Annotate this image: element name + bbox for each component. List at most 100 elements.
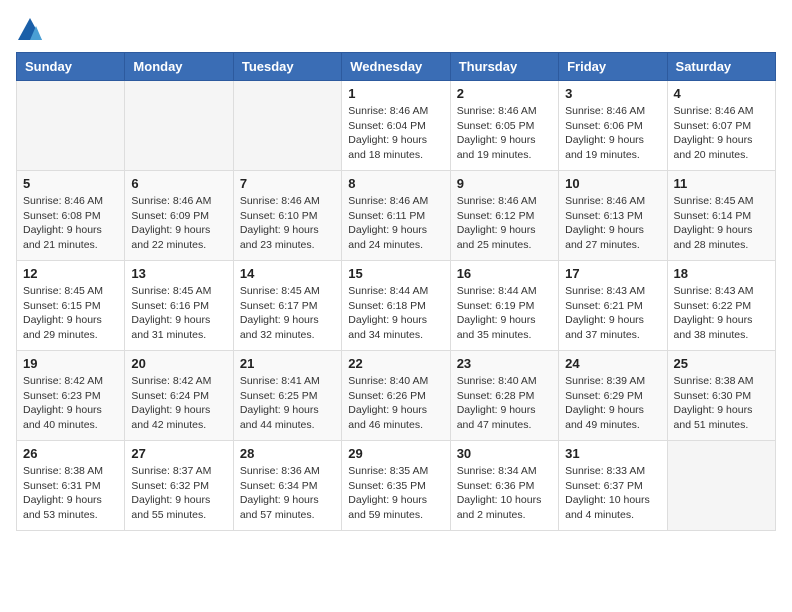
calendar-cell: 13 Sunrise: 8:45 AMSunset: 6:16 PMDayligh… [125, 261, 233, 351]
calendar-cell: 4 Sunrise: 8:46 AMSunset: 6:07 PMDaylight… [667, 81, 775, 171]
calendar-week-row: 26 Sunrise: 8:38 AMSunset: 6:31 PMDayligh… [17, 441, 776, 531]
day-info: Sunrise: 8:35 AMSunset: 6:35 PMDaylight:… [348, 464, 443, 523]
calendar-cell: 26 Sunrise: 8:38 AMSunset: 6:31 PMDayligh… [17, 441, 125, 531]
day-info: Sunrise: 8:38 AMSunset: 6:31 PMDaylight:… [23, 464, 118, 523]
weekday-header-monday: Monday [125, 53, 233, 81]
calendar-cell: 2 Sunrise: 8:46 AMSunset: 6:05 PMDaylight… [450, 81, 558, 171]
logo-icon [16, 16, 44, 44]
day-number: 24 [565, 356, 660, 371]
day-info: Sunrise: 8:39 AMSunset: 6:29 PMDaylight:… [565, 374, 660, 433]
calendar-cell: 14 Sunrise: 8:45 AMSunset: 6:17 PMDayligh… [233, 261, 341, 351]
day-info: Sunrise: 8:46 AMSunset: 6:10 PMDaylight:… [240, 194, 335, 253]
day-info: Sunrise: 8:37 AMSunset: 6:32 PMDaylight:… [131, 464, 226, 523]
calendar-cell [233, 81, 341, 171]
day-info: Sunrise: 8:46 AMSunset: 6:06 PMDaylight:… [565, 104, 660, 163]
calendar-table: SundayMondayTuesdayWednesdayThursdayFrid… [16, 52, 776, 531]
day-number: 31 [565, 446, 660, 461]
calendar-cell: 31 Sunrise: 8:33 AMSunset: 6:37 PMDayligh… [559, 441, 667, 531]
day-info: Sunrise: 8:42 AMSunset: 6:23 PMDaylight:… [23, 374, 118, 433]
day-info: Sunrise: 8:46 AMSunset: 6:07 PMDaylight:… [674, 104, 769, 163]
calendar-cell: 15Sunrise: 8:44 AMSunset: 6:18 PMDayligh… [342, 261, 450, 351]
calendar-cell: 10Sunrise: 8:46 AMSunset: 6:13 PMDayligh… [559, 171, 667, 261]
day-number: 14 [240, 266, 335, 281]
day-info: Sunrise: 8:36 AMSunset: 6:34 PMDaylight:… [240, 464, 335, 523]
calendar-week-row: 5 Sunrise: 8:46 AMSunset: 6:08 PMDaylight… [17, 171, 776, 261]
calendar-cell: 12 Sunrise: 8:45 AMSunset: 6:15 PMDayligh… [17, 261, 125, 351]
weekday-header-tuesday: Tuesday [233, 53, 341, 81]
calendar-cell: 25Sunrise: 8:38 AMSunset: 6:30 PMDayligh… [667, 351, 775, 441]
day-number: 12 [23, 266, 118, 281]
calendar-cell [17, 81, 125, 171]
day-number: 21 [240, 356, 335, 371]
day-number: 13 [131, 266, 226, 281]
day-info: Sunrise: 8:46 AMSunset: 6:05 PMDaylight:… [457, 104, 552, 163]
calendar-cell: 3 Sunrise: 8:46 AMSunset: 6:06 PMDaylight… [559, 81, 667, 171]
day-info: Sunrise: 8:46 AMSunset: 6:12 PMDaylight:… [457, 194, 552, 253]
day-number: 20 [131, 356, 226, 371]
day-info: Sunrise: 8:46 AMSunset: 6:08 PMDaylight:… [23, 194, 118, 253]
day-number: 2 [457, 86, 552, 101]
day-info: Sunrise: 8:46 AMSunset: 6:09 PMDaylight:… [131, 194, 226, 253]
day-number: 18 [674, 266, 769, 281]
day-info: Sunrise: 8:43 AMSunset: 6:22 PMDaylight:… [674, 284, 769, 343]
calendar-cell: 19 Sunrise: 8:42 AMSunset: 6:23 PMDayligh… [17, 351, 125, 441]
calendar-cell: 18 Sunrise: 8:43 AMSunset: 6:22 PMDayligh… [667, 261, 775, 351]
calendar-cell: 21 Sunrise: 8:41 AMSunset: 6:25 PMDayligh… [233, 351, 341, 441]
day-info: Sunrise: 8:43 AMSunset: 6:21 PMDaylight:… [565, 284, 660, 343]
day-number: 29 [348, 446, 443, 461]
day-number: 1 [348, 86, 443, 101]
day-number: 7 [240, 176, 335, 191]
calendar-cell: 11 Sunrise: 8:45 AMSunset: 6:14 PMDayligh… [667, 171, 775, 261]
calendar-cell [125, 81, 233, 171]
calendar-week-row: 19 Sunrise: 8:42 AMSunset: 6:23 PMDayligh… [17, 351, 776, 441]
page-header [16, 16, 776, 44]
day-info: Sunrise: 8:38 AMSunset: 6:30 PMDaylight:… [674, 374, 769, 433]
day-number: 16 [457, 266, 552, 281]
day-number: 5 [23, 176, 118, 191]
calendar-cell: 17Sunrise: 8:43 AMSunset: 6:21 PMDayligh… [559, 261, 667, 351]
day-number: 11 [674, 176, 769, 191]
day-info: Sunrise: 8:46 AMSunset: 6:04 PMDaylight:… [348, 104, 443, 163]
weekday-header-thursday: Thursday [450, 53, 558, 81]
calendar-week-row: 12 Sunrise: 8:45 AMSunset: 6:15 PMDayligh… [17, 261, 776, 351]
logo [16, 16, 48, 44]
day-info: Sunrise: 8:44 AMSunset: 6:18 PMDaylight:… [348, 284, 443, 343]
calendar-cell: 7 Sunrise: 8:46 AMSunset: 6:10 PMDaylight… [233, 171, 341, 261]
calendar-cell: 8Sunrise: 8:46 AMSunset: 6:11 PMDaylight… [342, 171, 450, 261]
calendar-cell: 9Sunrise: 8:46 AMSunset: 6:12 PMDaylight… [450, 171, 558, 261]
day-info: Sunrise: 8:41 AMSunset: 6:25 PMDaylight:… [240, 374, 335, 433]
calendar-cell: 23 Sunrise: 8:40 AMSunset: 6:28 PMDayligh… [450, 351, 558, 441]
day-info: Sunrise: 8:45 AMSunset: 6:14 PMDaylight:… [674, 194, 769, 253]
day-info: Sunrise: 8:40 AMSunset: 6:28 PMDaylight:… [457, 374, 552, 433]
calendar-cell: 29 Sunrise: 8:35 AMSunset: 6:35 PMDayligh… [342, 441, 450, 531]
weekday-header-friday: Friday [559, 53, 667, 81]
day-info: Sunrise: 8:44 AMSunset: 6:19 PMDaylight:… [457, 284, 552, 343]
calendar-cell: 1 Sunrise: 8:46 AMSunset: 6:04 PMDaylight… [342, 81, 450, 171]
day-number: 4 [674, 86, 769, 101]
day-info: Sunrise: 8:34 AMSunset: 6:36 PMDaylight:… [457, 464, 552, 523]
day-info: Sunrise: 8:45 AMSunset: 6:15 PMDaylight:… [23, 284, 118, 343]
day-number: 10 [565, 176, 660, 191]
calendar-cell: 6Sunrise: 8:46 AMSunset: 6:09 PMDaylight… [125, 171, 233, 261]
calendar-cell: 30 Sunrise: 8:34 AMSunset: 6:36 PMDayligh… [450, 441, 558, 531]
calendar-cell: 22 Sunrise: 8:40 AMSunset: 6:26 PMDayligh… [342, 351, 450, 441]
day-info: Sunrise: 8:45 AMSunset: 6:16 PMDaylight:… [131, 284, 226, 343]
day-number: 19 [23, 356, 118, 371]
day-info: Sunrise: 8:45 AMSunset: 6:17 PMDaylight:… [240, 284, 335, 343]
day-info: Sunrise: 8:46 AMSunset: 6:11 PMDaylight:… [348, 194, 443, 253]
calendar-cell: 5 Sunrise: 8:46 AMSunset: 6:08 PMDaylight… [17, 171, 125, 261]
day-number: 30 [457, 446, 552, 461]
weekday-header-sunday: Sunday [17, 53, 125, 81]
calendar-cell: 27 Sunrise: 8:37 AMSunset: 6:32 PMDayligh… [125, 441, 233, 531]
day-number: 3 [565, 86, 660, 101]
day-info: Sunrise: 8:33 AMSunset: 6:37 PMDaylight:… [565, 464, 660, 523]
weekday-header-saturday: Saturday [667, 53, 775, 81]
calendar-cell [667, 441, 775, 531]
calendar-cell: 24 Sunrise: 8:39 AMSunset: 6:29 PMDayligh… [559, 351, 667, 441]
day-number: 27 [131, 446, 226, 461]
day-info: Sunrise: 8:40 AMSunset: 6:26 PMDaylight:… [348, 374, 443, 433]
day-number: 23 [457, 356, 552, 371]
day-info: Sunrise: 8:42 AMSunset: 6:24 PMDaylight:… [131, 374, 226, 433]
day-number: 22 [348, 356, 443, 371]
day-number: 26 [23, 446, 118, 461]
